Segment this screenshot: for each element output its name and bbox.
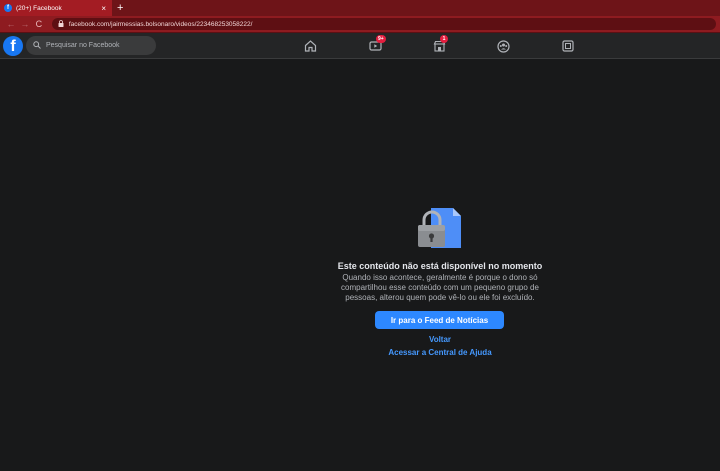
facebook-logo[interactable]: f bbox=[3, 36, 23, 56]
tab-title: (20+) Facebook bbox=[16, 4, 62, 12]
facebook-header: f Pesquisar no Facebook 9+ 1 bbox=[0, 33, 720, 59]
home-icon[interactable] bbox=[303, 39, 317, 53]
tab-close-icon[interactable]: × bbox=[101, 4, 106, 13]
content-unavailable-lock-icon bbox=[415, 206, 465, 250]
gaming-icon[interactable] bbox=[561, 39, 575, 53]
back-link[interactable]: Voltar bbox=[0, 335, 720, 344]
reload-button[interactable]: C bbox=[32, 19, 46, 29]
new-tab-button[interactable]: + bbox=[117, 1, 123, 15]
browser-toolbar: ← → C facebook.com/jairmessias.bolsonaro… bbox=[0, 16, 720, 33]
go-to-news-feed-button[interactable]: Ir para o Feed de Notícias bbox=[375, 311, 504, 329]
lock-icon[interactable] bbox=[58, 19, 64, 29]
marketplace-icon[interactable]: 1 bbox=[432, 35, 448, 53]
page-title: Este conteúdo não está disponível no mom… bbox=[337, 261, 543, 271]
groups-icon[interactable] bbox=[496, 39, 510, 53]
main-content: Este conteúdo não está disponível no mom… bbox=[0, 60, 720, 471]
facebook-favicon-icon: f bbox=[4, 4, 12, 12]
page-description: Quando isso acontece, geralmente é porqu… bbox=[341, 273, 539, 302]
watch-video-icon[interactable]: 9+ bbox=[368, 35, 386, 53]
watch-badge: 9+ bbox=[376, 35, 386, 43]
search-placeholder: Pesquisar no Facebook bbox=[46, 42, 120, 49]
address-url: facebook.com/jairmessias.bolsonaro/video… bbox=[68, 20, 253, 28]
search-icon bbox=[33, 40, 41, 51]
marketplace-badge: 1 bbox=[440, 35, 448, 43]
address-bar[interactable]: facebook.com/jairmessias.bolsonaro/video… bbox=[51, 18, 716, 30]
forward-button[interactable]: → bbox=[18, 19, 32, 29]
help-center-link[interactable]: Acessar a Central de Ajuda bbox=[0, 348, 720, 357]
browser-tab[interactable]: f (20+) Facebook × bbox=[0, 0, 112, 16]
browser-tabstrip: f (20+) Facebook × + bbox=[0, 0, 720, 16]
search-input[interactable]: Pesquisar no Facebook bbox=[26, 36, 156, 55]
back-button[interactable]: ← bbox=[4, 19, 18, 29]
